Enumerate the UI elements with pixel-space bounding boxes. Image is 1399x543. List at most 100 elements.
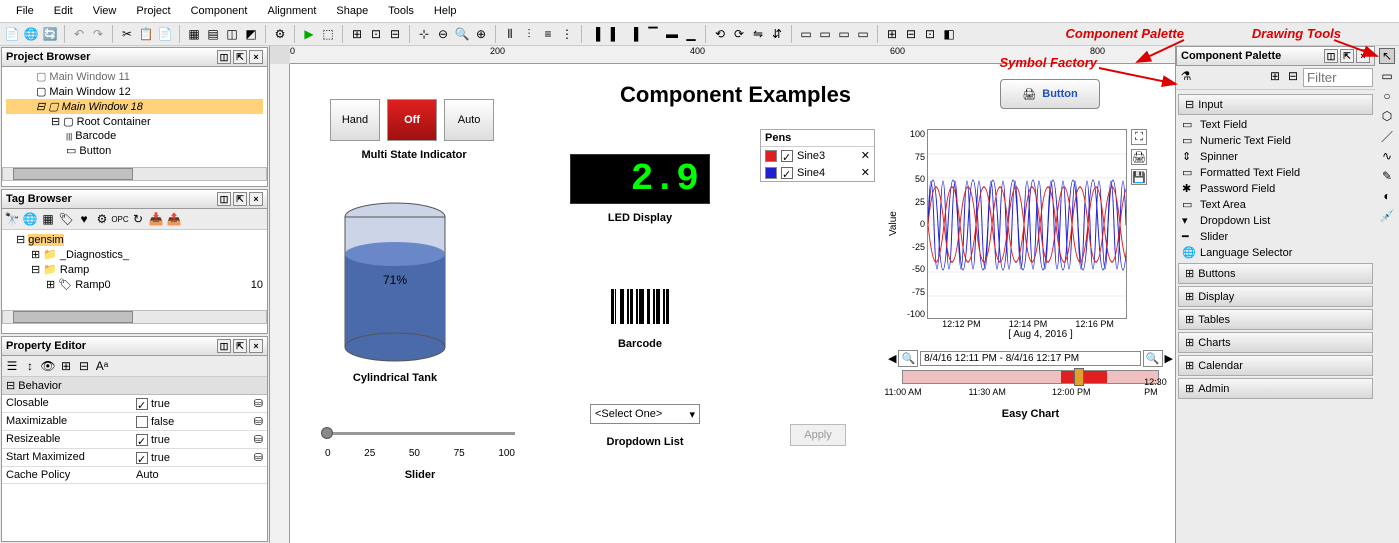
- checkbox[interactable]: ✓: [136, 398, 148, 410]
- zoom-out-icon[interactable]: 🔍: [898, 350, 918, 367]
- palette-category[interactable]: ⊞Buttons: [1178, 263, 1373, 284]
- scrollbar[interactable]: [2, 167, 267, 181]
- panel-float-icon[interactable]: ◫: [217, 192, 231, 206]
- menu-component[interactable]: Component: [181, 2, 258, 20]
- gear-icon[interactable]: ⚙: [272, 26, 288, 42]
- prop-value[interactable]: true: [151, 452, 170, 464]
- palette-item[interactable]: ▭Formatted Text Field: [1178, 165, 1373, 181]
- panel-pin-icon[interactable]: ⇱: [233, 50, 247, 64]
- panel-close-icon[interactable]: ×: [249, 339, 263, 353]
- palette-category[interactable]: ⊞Display: [1178, 286, 1373, 307]
- order-4-icon[interactable]: ▭: [855, 26, 871, 42]
- checkbox[interactable]: [136, 416, 148, 428]
- globe-icon[interactable]: 🌐: [22, 211, 38, 227]
- remove-icon[interactable]: ✕: [861, 166, 870, 179]
- refresh-icon[interactable]: 🔄: [42, 26, 58, 42]
- flip-h-icon[interactable]: ⇋: [750, 26, 766, 42]
- panel-pin-icon[interactable]: ⇱: [233, 339, 247, 353]
- palette-item[interactable]: ▾Dropdown List: [1178, 213, 1373, 229]
- arrow-left-icon[interactable]: ◀: [888, 352, 896, 365]
- panel-close-icon[interactable]: ×: [249, 50, 263, 64]
- binoculars-icon[interactable]: 🔭: [4, 211, 20, 227]
- menu-shape[interactable]: Shape: [326, 2, 378, 20]
- align-b-icon[interactable]: ▁: [683, 26, 699, 42]
- hand-button[interactable]: Hand: [330, 99, 380, 141]
- panel-close-icon[interactable]: ×: [1356, 49, 1370, 63]
- menu-view[interactable]: View: [83, 2, 127, 20]
- order-1-icon[interactable]: ▭: [798, 26, 814, 42]
- palette-item[interactable]: ▭Numeric Text Field: [1178, 133, 1373, 149]
- grid-icon[interactable]: ▦: [40, 211, 56, 227]
- undo-icon[interactable]: ↶: [71, 26, 87, 42]
- panel-float-icon[interactable]: ◫: [217, 339, 231, 353]
- align-r-icon[interactable]: ▐: [626, 26, 642, 42]
- range-slider[interactable]: [1061, 371, 1107, 383]
- checkbox[interactable]: ✓: [136, 434, 148, 446]
- panel-float-icon[interactable]: ◫: [217, 50, 231, 64]
- expand-all-icon[interactable]: ⊞: [1267, 68, 1283, 84]
- tree-item[interactable]: Button: [79, 145, 111, 157]
- form-icon[interactable]: ▦: [186, 26, 202, 42]
- prop-value[interactable]: true: [151, 398, 170, 410]
- slider-thumb[interactable]: [321, 427, 333, 439]
- tag-folder[interactable]: _Diagnostics_: [60, 249, 129, 261]
- play-icon[interactable]: ▶: [301, 26, 317, 42]
- tag-item[interactable]: Ramp0: [75, 279, 110, 291]
- tag-folder[interactable]: gensim: [28, 234, 63, 246]
- redo-icon[interactable]: ↷: [90, 26, 106, 42]
- rotate-l-icon[interactable]: ⟲: [712, 26, 728, 42]
- property-section[interactable]: Behavior: [18, 380, 61, 392]
- range-thumb[interactable]: [1074, 368, 1084, 386]
- distribute2-icon[interactable]: ⫶: [521, 26, 537, 42]
- line-icon[interactable]: ／: [1379, 128, 1395, 144]
- distribute1-icon[interactable]: ⫴: [502, 26, 518, 42]
- opc-icon[interactable]: OPC: [112, 211, 128, 227]
- collapse-icon[interactable]: ⊟: [76, 358, 92, 374]
- palette-category[interactable]: ⊞Calendar: [1178, 355, 1373, 376]
- zoom-icon[interactable]: 🔍: [454, 26, 470, 42]
- print-icon[interactable]: 🖨: [1131, 149, 1147, 165]
- align-t-icon[interactable]: ▔: [645, 26, 661, 42]
- align-m-icon[interactable]: ▬: [664, 26, 680, 42]
- tag-icon[interactable]: 🏷: [58, 211, 74, 227]
- prop-value[interactable]: true: [151, 434, 170, 446]
- palette-item[interactable]: ▭Text Field: [1178, 117, 1373, 133]
- group-icon[interactable]: ⊞: [884, 26, 900, 42]
- chart-range-input[interactable]: 8/4/16 12:11 PM - 8/4/16 12:17 PM: [920, 351, 1141, 366]
- grid2-icon[interactable]: ⊡: [368, 26, 384, 42]
- combine-icon[interactable]: ⊡: [922, 26, 938, 42]
- tree-item-selected[interactable]: Main Window 18: [62, 101, 143, 113]
- prop-value[interactable]: Auto: [136, 469, 159, 481]
- bind-icon[interactable]: ⛁: [254, 397, 263, 410]
- align-c-icon[interactable]: ▌: [607, 26, 623, 42]
- bind-icon[interactable]: ⛁: [254, 415, 263, 428]
- zoom-minus-icon[interactable]: ⊖: [435, 26, 451, 42]
- checkbox[interactable]: ✓: [136, 452, 148, 464]
- menu-file[interactable]: File: [6, 2, 44, 20]
- menu-alignment[interactable]: Alignment: [257, 2, 326, 20]
- palette-filter[interactable]: [1303, 68, 1373, 87]
- distribute4-icon[interactable]: ⋮: [559, 26, 575, 42]
- palette-item[interactable]: ⇕Spinner: [1178, 149, 1373, 165]
- view-icon[interactable]: 👁: [40, 358, 56, 374]
- scrollbar[interactable]: [2, 310, 267, 324]
- gear-icon[interactable]: ⚙: [94, 211, 110, 227]
- panel-pin-icon[interactable]: ⇱: [1340, 49, 1354, 63]
- menu-tools[interactable]: Tools: [378, 2, 424, 20]
- refresh-icon[interactable]: ↻: [130, 211, 146, 227]
- extra-icon[interactable]: ◧: [941, 26, 957, 42]
- component-icon[interactable]: ◫: [224, 26, 240, 42]
- button-component[interactable]: 🖨 Button: [1000, 79, 1100, 109]
- palette-item[interactable]: 🌐Language Selector: [1178, 245, 1373, 261]
- save-icon[interactable]: 💾: [1131, 169, 1147, 185]
- tree-item[interactable]: Main Window 12: [49, 86, 130, 98]
- cut-icon[interactable]: ✂: [119, 26, 135, 42]
- menu-project[interactable]: Project: [126, 2, 180, 20]
- bind-icon[interactable]: ⛁: [254, 451, 263, 464]
- grid-icon[interactable]: ⊞: [349, 26, 365, 42]
- import-icon[interactable]: 📥: [148, 211, 164, 227]
- sort-icon[interactable]: ↕: [22, 358, 38, 374]
- slider-component[interactable]: [325, 424, 515, 444]
- font-icon[interactable]: Aᵃ: [94, 358, 110, 374]
- palette-item[interactable]: ▭Text Area: [1178, 197, 1373, 213]
